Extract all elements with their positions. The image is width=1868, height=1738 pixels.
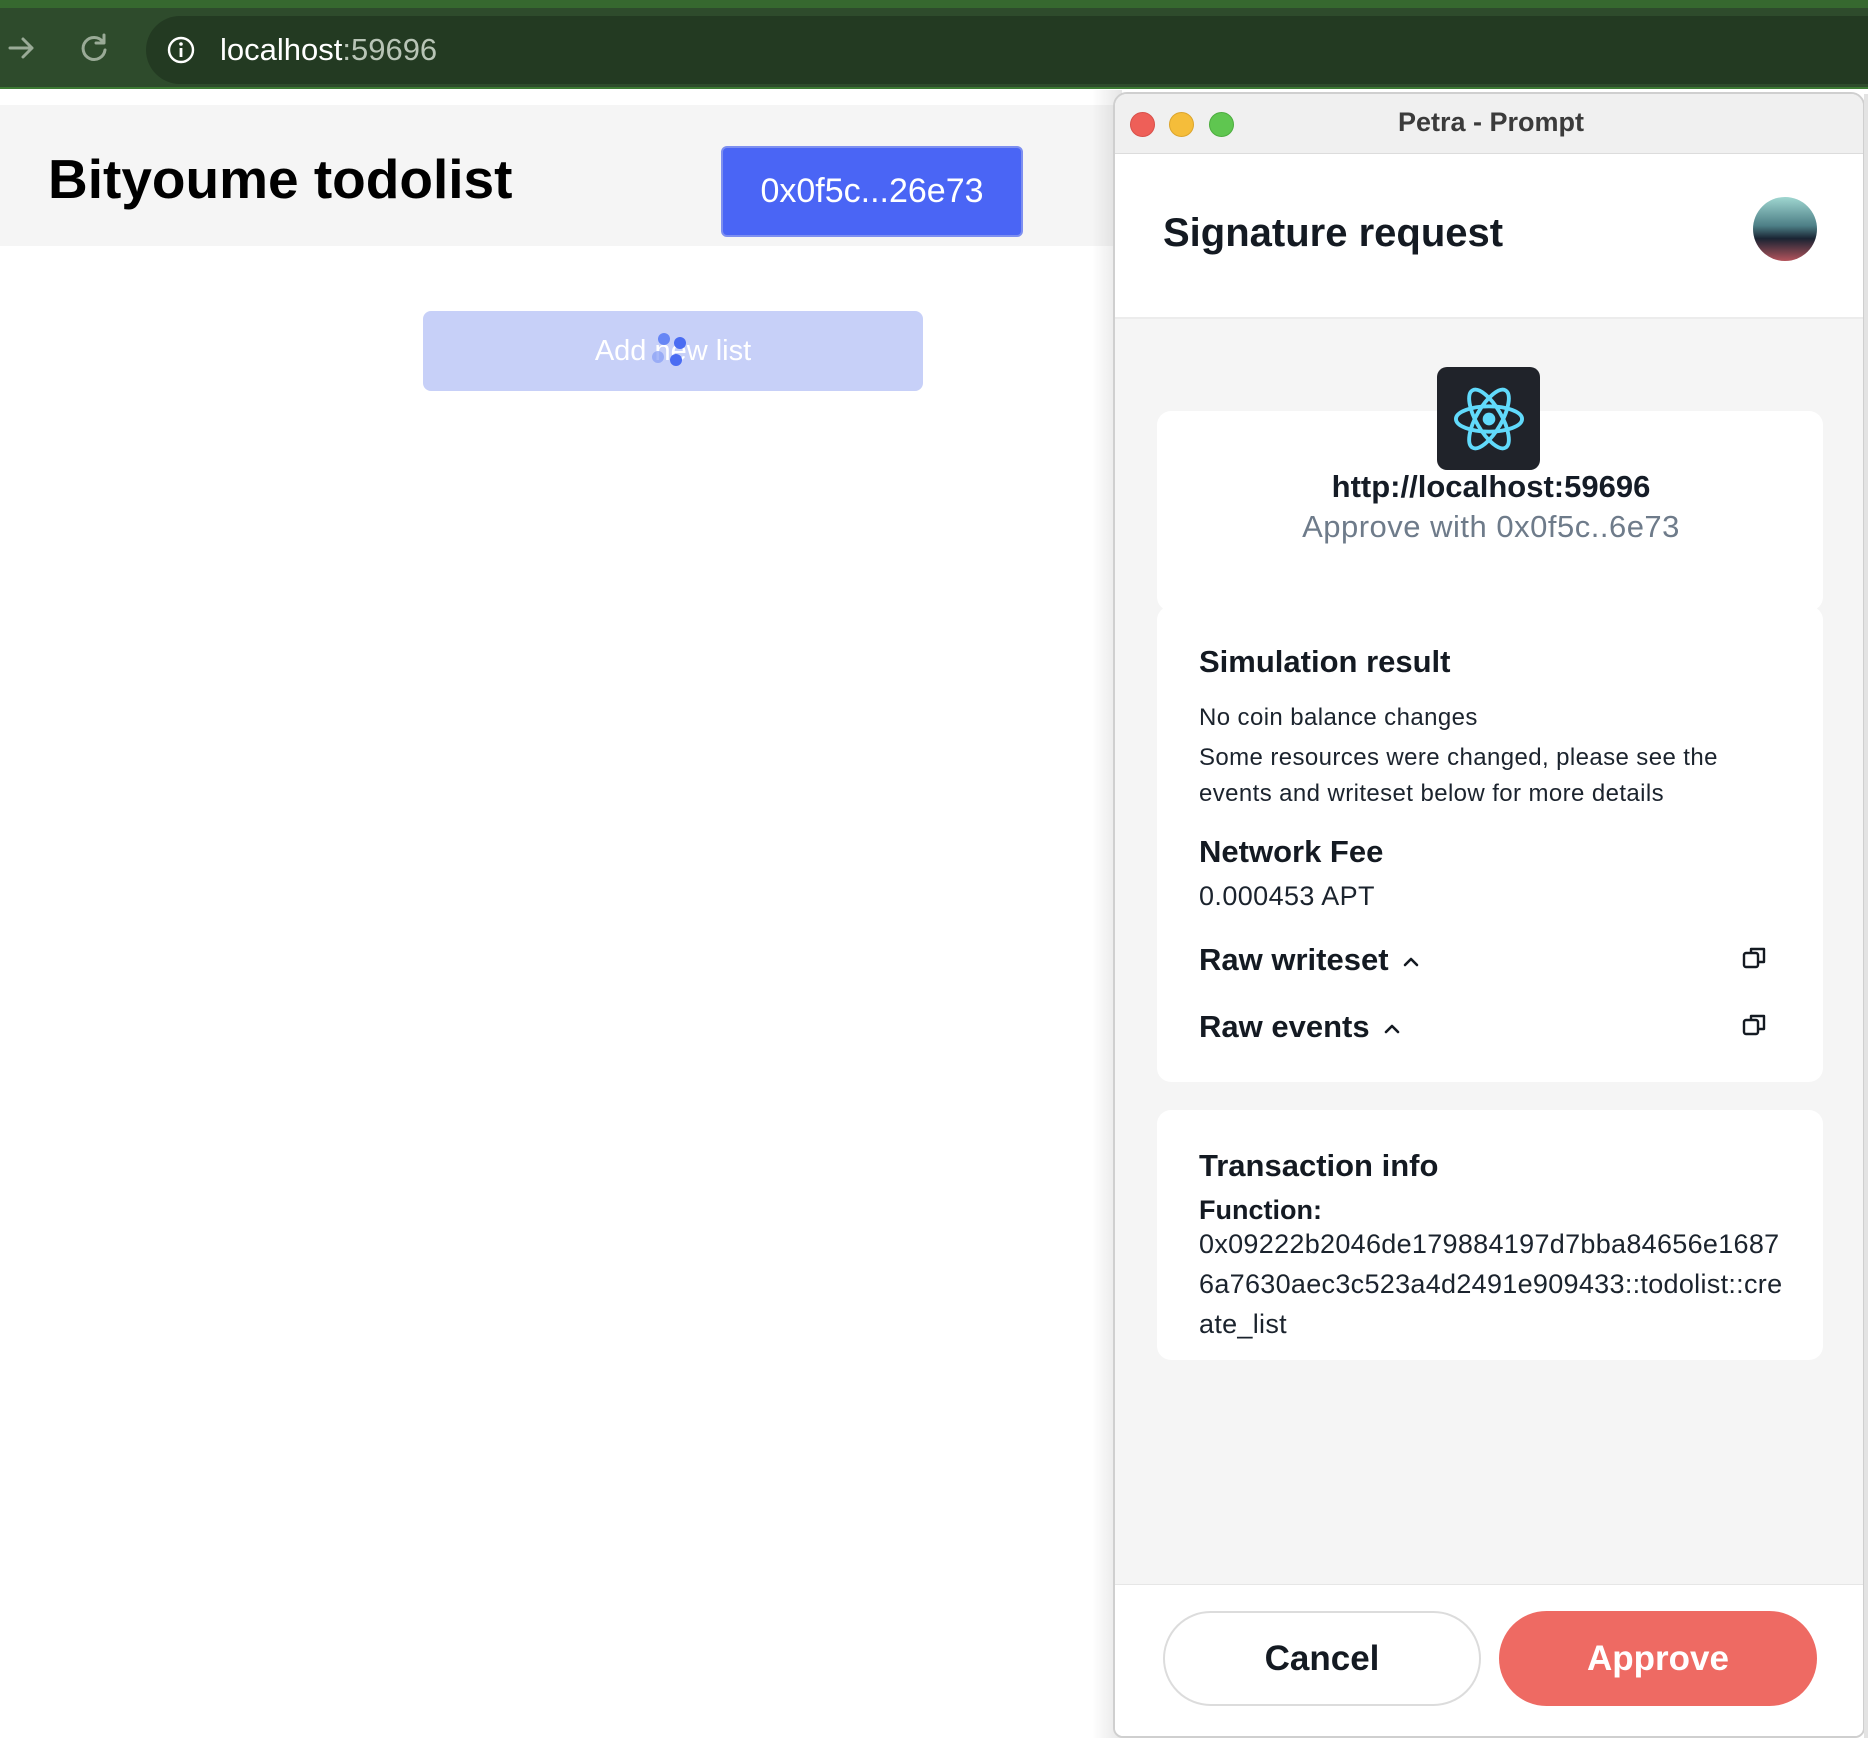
transaction-info-heading: Transaction info xyxy=(1199,1148,1439,1183)
browser-toolbar: localhost:59696 xyxy=(0,0,1868,89)
loading-spinner-icon xyxy=(652,333,686,366)
transaction-info-card: Transaction info Function: 0x09222b2046d… xyxy=(1157,1110,1823,1360)
function-label: Function: xyxy=(1199,1195,1322,1225)
raw-events-label: Raw events xyxy=(1199,1009,1370,1044)
site-info-icon[interactable] xyxy=(166,35,196,65)
app-header: Bityoume todolist 0x0f5c...26e73 xyxy=(0,105,1114,246)
simulation-result-card: Simulation result No coin balance change… xyxy=(1157,606,1823,1082)
cancel-button[interactable]: Cancel xyxy=(1163,1611,1481,1706)
window-title: Petra - Prompt xyxy=(1397,107,1585,137)
page-title: Bityoume todolist xyxy=(48,148,513,210)
wallet-address-button[interactable]: 0x0f5c...26e73 xyxy=(721,146,1023,237)
prompt-body[interactable]: http://localhost:59696 Approve with 0x0f… xyxy=(1115,319,1863,1584)
simulation-result-heading: Simulation result xyxy=(1199,644,1451,679)
copy-writeset-icon[interactable] xyxy=(1741,944,1769,972)
dapp-url: http://localhost:59696 xyxy=(1331,469,1651,504)
copy-events-icon[interactable] xyxy=(1741,1011,1769,1039)
function-value: 0x09222b2046de179884197d7bba84656e16876a… xyxy=(1199,1229,1783,1339)
network-fee-heading: Network Fee xyxy=(1199,834,1384,869)
url-text[interactable]: localhost:59696 xyxy=(220,32,437,68)
approve-with-account: Approve with 0x0f5c..6e73 xyxy=(1302,509,1680,544)
petra-prompt-window: Petra - Prompt Signature request http://… xyxy=(1113,92,1865,1738)
raw-events-toggle[interactable]: Raw events xyxy=(1199,1009,1402,1045)
chevron-up-icon xyxy=(1403,957,1418,967)
chevron-up-icon xyxy=(1384,1024,1399,1034)
window-titlebar[interactable]: Petra - Prompt xyxy=(1115,94,1863,154)
url-host: localhost xyxy=(220,32,343,67)
web-page: Bityoume todolist 0x0f5c...26e73 Add new… xyxy=(0,89,1114,1738)
react-logo-icon xyxy=(1437,367,1540,470)
signature-request-title: Signature request xyxy=(1163,211,1504,255)
prompt-footer: Cancel Approve xyxy=(1115,1584,1863,1736)
url-port: :59696 xyxy=(342,32,438,67)
forward-arrow-icon[interactable] xyxy=(2,28,42,68)
resources-changed-text: Some resources were changed, please see … xyxy=(1199,744,1718,807)
raw-writeset-toggle[interactable]: Raw writeset xyxy=(1199,942,1421,978)
approve-button[interactable]: Approve xyxy=(1499,1611,1817,1706)
address-bar[interactable]: localhost:59696 xyxy=(146,16,1868,84)
signature-request-header: Signature request xyxy=(1115,154,1863,319)
reload-icon[interactable] xyxy=(74,28,114,68)
network-fee-value: 0.000453 APT xyxy=(1199,881,1375,911)
raw-writeset-label: Raw writeset xyxy=(1199,942,1389,977)
background-window-edge xyxy=(1864,94,1868,1738)
account-avatar[interactable] xyxy=(1753,197,1817,261)
balance-change-text: No coin balance changes xyxy=(1199,704,1478,731)
